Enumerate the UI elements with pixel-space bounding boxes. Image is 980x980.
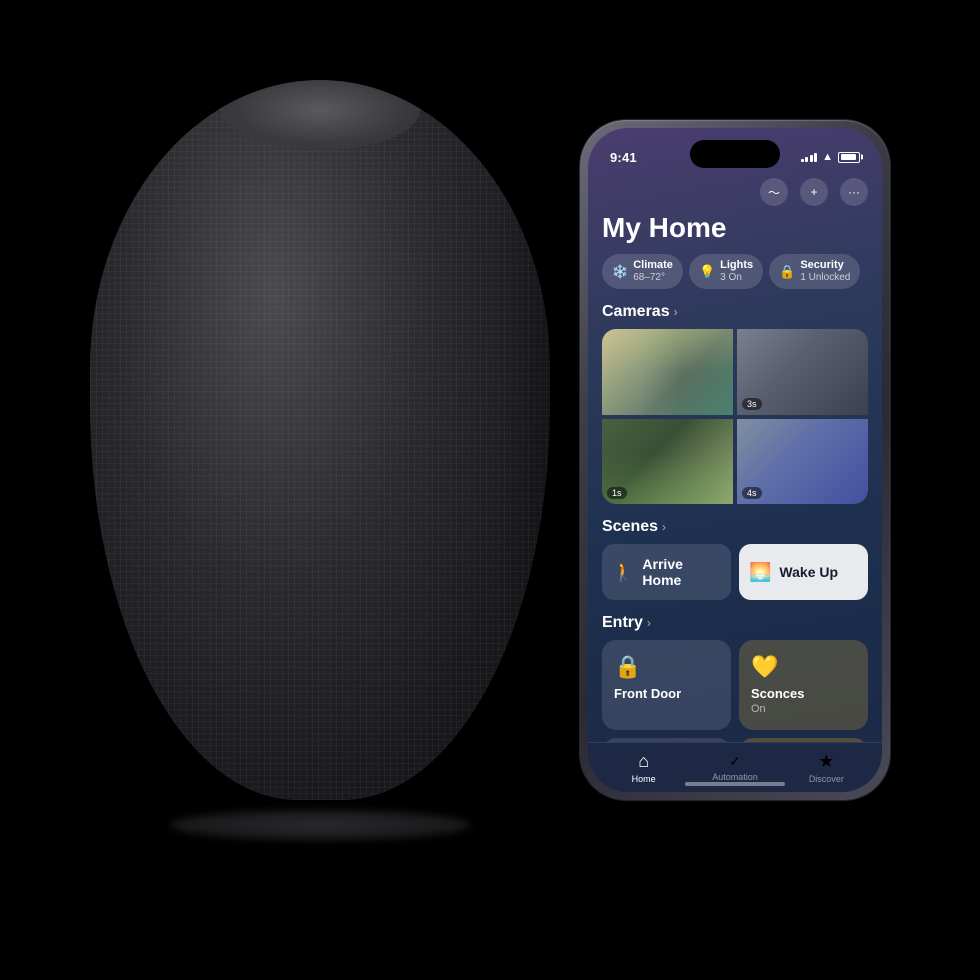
wake-up-label: Wake Up [779, 564, 838, 580]
lights-pill[interactable]: 💡 Lights 3 On [689, 254, 763, 289]
battery-icon [838, 152, 860, 163]
entry-section-header[interactable]: Entry › [602, 614, 868, 632]
scenes-section-header[interactable]: Scenes › [602, 518, 868, 536]
cameras-section-header[interactable]: Cameras › [602, 303, 868, 321]
status-icons: ▲ [801, 151, 860, 163]
cameras-grid: 3s 1s 4s [602, 329, 868, 504]
sconces-card[interactable]: 💛 Sconces On [739, 640, 868, 730]
tab-home[interactable]: ⌂ Home [598, 751, 689, 784]
climate-pill[interactable]: ❄️ Climate 68–72° [602, 254, 683, 289]
home-tab-label: Home [632, 774, 656, 784]
camera-thumb-3[interactable]: 1s [602, 419, 733, 505]
tab-discover[interactable]: ★ Discover [781, 751, 872, 784]
homepod-mesh [90, 80, 550, 800]
entry-cards: 🔒 Front Door 💛 Sconces On 💛 Overhead [602, 640, 868, 744]
camera-badge-2: 3s [742, 398, 762, 410]
camera-thumb-1[interactable] [602, 329, 733, 415]
camera-badge-4: 4s [742, 487, 762, 499]
homepod [60, 80, 580, 860]
discover-tab-icon: ★ [818, 751, 834, 772]
signal-bars-icon [801, 152, 818, 162]
automation-tab-label: Automation [712, 772, 758, 782]
camera-badge-3: 1s [607, 487, 627, 499]
arrive-home-label: Arrive Home [642, 556, 721, 588]
scenes-chevron-icon: › [662, 520, 666, 534]
signal-bar-2 [805, 157, 808, 162]
wake-up-button[interactable]: 🌅 Wake Up [739, 544, 868, 600]
security-label: Security [800, 259, 850, 272]
wake-up-icon: 🌅 [749, 562, 771, 583]
arrive-home-button[interactable]: 🚶 Arrive Home [602, 544, 731, 600]
app-header: 〜 + ··· [602, 178, 868, 206]
front-door-title: Front Door [614, 686, 719, 703]
signal-bar-4 [814, 153, 817, 162]
waveform-button[interactable]: 〜 [760, 178, 788, 206]
security-icon: 🔒 [779, 264, 795, 280]
entry-chevron-icon: › [647, 616, 651, 630]
camera-thumb-2[interactable]: 3s [737, 329, 868, 415]
scene: 9:41 ▲ 〜 [0, 0, 980, 980]
entry-section-title: Entry [602, 614, 643, 632]
tab-automation[interactable]: ✓ Automation [689, 753, 780, 782]
climate-value: 68–72° [633, 272, 673, 284]
cameras-chevron-icon: › [674, 305, 678, 319]
cameras-section-title: Cameras [602, 303, 670, 321]
front-door-card[interactable]: 🔒 Front Door [602, 640, 731, 730]
sconces-icon: 💛 [751, 654, 856, 680]
app-content: 〜 + ··· My Home ❄️ Climate 68–72° [588, 178, 882, 744]
wifi-icon: ▲ [822, 151, 833, 163]
page-title: My Home [602, 212, 868, 244]
arrive-home-icon: 🚶 [612, 562, 634, 583]
status-pills: ❄️ Climate 68–72° 💡 Lights 3 On [602, 254, 868, 289]
security-value: 1 Unlocked [800, 272, 850, 284]
battery-fill [841, 154, 856, 160]
add-button[interactable]: + [800, 178, 828, 206]
home-tab-icon: ⌂ [638, 751, 649, 772]
iphone-screen: 9:41 ▲ 〜 [588, 128, 882, 792]
status-time: 9:41 [610, 150, 637, 165]
lights-label: Lights [720, 259, 753, 272]
camera-thumb-4[interactable]: 4s [737, 419, 868, 505]
scenes-row: 🚶 Arrive Home 🌅 Wake Up [602, 544, 868, 600]
more-button[interactable]: ··· [840, 178, 868, 206]
front-door-icon: 🔒 [614, 654, 719, 680]
lights-text: Lights 3 On [720, 259, 753, 284]
sconces-sub: On [751, 703, 856, 715]
home-indicator [685, 782, 785, 786]
climate-label: Climate [633, 259, 673, 272]
climate-text: Climate 68–72° [633, 259, 673, 284]
iphone: 9:41 ▲ 〜 [580, 120, 890, 800]
automation-tab-icon: ✓ [729, 753, 741, 770]
security-pill[interactable]: 🔒 Security 1 Unlocked [769, 254, 860, 289]
signal-bar-1 [801, 159, 804, 162]
homepod-base [170, 810, 470, 840]
lights-icon: 💡 [699, 264, 715, 280]
sconces-title: Sconces [751, 686, 856, 703]
signal-bar-3 [810, 155, 813, 162]
homepod-body [90, 80, 550, 800]
scenes-section-title: Scenes [602, 518, 658, 536]
climate-icon: ❄️ [612, 264, 628, 280]
discover-tab-label: Discover [809, 774, 844, 784]
lights-value: 3 On [720, 272, 753, 284]
dynamic-island [690, 140, 780, 168]
security-text: Security 1 Unlocked [800, 259, 850, 284]
